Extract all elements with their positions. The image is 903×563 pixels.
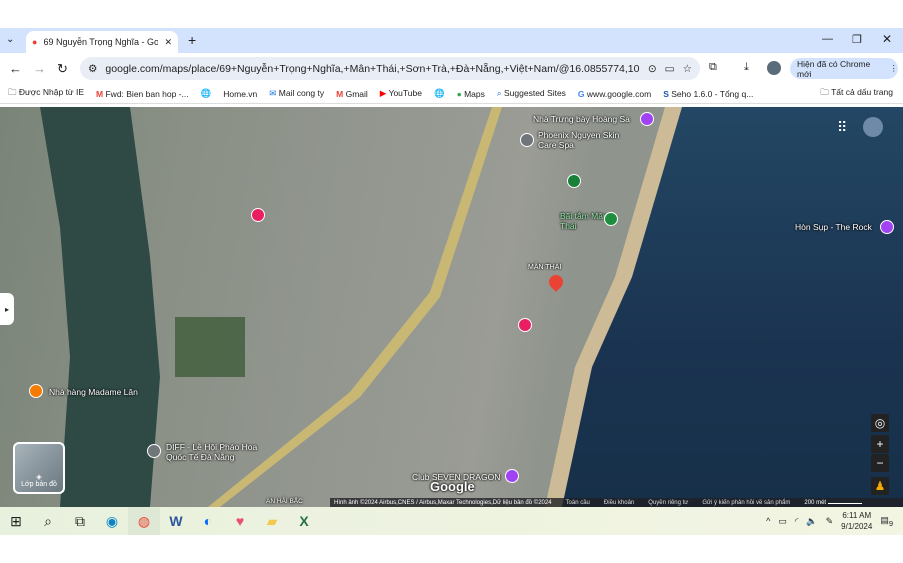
zoom-out-button[interactable]: − <box>871 454 889 472</box>
address-bar[interactable]: ⚙ google.com/maps/place/69+Nguyễn+Trọng+… <box>80 57 700 80</box>
bookmark-gmail[interactable]: M Gmail <box>336 89 368 99</box>
expand-panel-button[interactable]: ▸ <box>0 293 14 325</box>
tab-active[interactable]: ● 69 Nguyễn Trọng Nghĩa - Goog ✕ <box>26 31 178 53</box>
zalo-icon[interactable]: ◐ <box>192 507 224 535</box>
pen-icon[interactable]: ✎ <box>826 516 834 527</box>
map-footer: Hình ảnh ©2024 Airbus,CNES / Airbus,Maxa… <box>330 498 903 507</box>
close-tab-icon[interactable]: ✕ <box>164 37 172 48</box>
bookmark-globe-icon[interactable]: 🌐 <box>201 88 212 99</box>
park <box>175 317 245 377</box>
close-window-button[interactable]: ✕ <box>882 32 892 46</box>
bookmark-seho[interactable]: S Seho 1.6.0 - Tổng q... <box>663 89 753 99</box>
battery-icon[interactable]: ▭ <box>778 516 787 527</box>
location-icon[interactable]: ⊙ <box>648 63 657 75</box>
volume-icon[interactable]: 🔈 <box>806 516 817 527</box>
location-pin-icon[interactable] <box>546 272 566 292</box>
bookmark-suggested[interactable]: ⌕ Suggested Sites <box>497 88 566 99</box>
task-view-icon[interactable]: ⧉ <box>64 507 96 535</box>
start-button[interactable]: ⊞ <box>0 507 32 535</box>
label-diff[interactable]: DIFF - Lễ Hội Pháo Hoa Quốc Tế Đà Nẵng <box>166 442 266 462</box>
notifications-icon[interactable]: ▤9 <box>880 515 893 528</box>
layers-button[interactable]: ◈ Lớp bản đồ <box>13 442 65 494</box>
apps-grid-icon[interactable]: ⠿ <box>837 119 847 136</box>
extensions-icon[interactable]: ⧉ <box>709 61 717 74</box>
bookmark-youtube[interactable]: ▶ YouTube <box>380 88 422 99</box>
footer-global[interactable]: Toàn cầu <box>566 500 590 506</box>
my-location-button[interactable]: ◎ <box>871 414 889 432</box>
chrome-icon[interactable]: ◍ <box>128 507 160 535</box>
label-man-thai: MÂN THÁI <box>528 264 562 271</box>
account-avatar[interactable] <box>863 117 883 137</box>
google-logo: Google <box>430 479 475 494</box>
wifi-icon[interactable]: ◜ <box>795 516 799 527</box>
label-hon-sup[interactable]: Hòn Sụp - The Rock <box>795 222 872 232</box>
star-icon[interactable]: ☆ <box>683 63 692 75</box>
bookmark-maps[interactable]: ● Maps <box>457 89 485 99</box>
new-tab-button[interactable]: + <box>188 32 196 48</box>
label-nha-trung-bay[interactable]: Nhà Trưng bày Hoàng Sa <box>533 114 630 124</box>
all-bookmarks[interactable]: 🗀 Tất cả dấu trang <box>820 87 893 101</box>
scale-bar[interactable]: 200 mét <box>804 500 862 506</box>
word-icon[interactable]: W <box>160 507 192 535</box>
excel-icon[interactable]: X <box>288 507 320 535</box>
search-icon[interactable]: ⌕ <box>32 507 64 535</box>
attraction-icon[interactable] <box>880 220 894 234</box>
menu-dots-icon[interactable]: ⋮ <box>890 63 899 74</box>
footer-terms[interactable]: Điều khoản <box>604 500 634 506</box>
minimize-button[interactable]: — <box>822 33 833 45</box>
pegman-icon[interactable]: ♟ <box>871 477 889 495</box>
site-info-icon[interactable]: ⚙ <box>88 63 97 75</box>
label-bai-tam[interactable]: Bãi tắm Mân Thái <box>560 211 610 231</box>
label-madame-lan[interactable]: Nhà hàng Madame Lân <box>49 387 138 397</box>
bookmarks-bar: 🗀 Được Nhập từ IE M Fwd: Bien ban hop -.… <box>0 84 903 104</box>
label-an-hai: AN HẢI BẮC <box>266 498 303 505</box>
clock[interactable]: 6:11 AM 9/1/2024 <box>841 510 872 532</box>
avatar[interactable] <box>767 61 781 75</box>
chrome-update-button[interactable]: Hiện đã có Chrome mới ⋮ <box>790 58 898 79</box>
vpn-icon[interactable]: ♥ <box>224 507 256 535</box>
bookmark-homevn[interactable]: Home.vn <box>223 89 257 99</box>
back-button[interactable]: ← <box>9 61 22 76</box>
reload-button[interactable]: ↻ <box>57 61 68 77</box>
poi-pin2-icon[interactable] <box>147 444 161 458</box>
footer-feedback[interactable]: Gửi ý kiến phản hồi về sản phẩm <box>702 500 790 506</box>
poi-pink-icon[interactable] <box>251 208 265 222</box>
club-icon[interactable] <box>505 469 519 483</box>
footer-privacy[interactable]: Quyền riêng tư <box>648 500 688 506</box>
zoom-in-button[interactable]: + <box>871 435 889 453</box>
bookmark-google[interactable]: G www.google.com <box>578 89 651 99</box>
taskbar: ⊞ ⌕ ⧉ ◉ ◍ W ◐ ♥ ▰ X ^ ▭ ◜ 🔈 ✎ 6:11 AM 9/1… <box>0 507 903 535</box>
museum-icon[interactable] <box>640 112 654 126</box>
tab-search-chevron-icon[interactable]: ⌄ <box>6 34 14 45</box>
bookmark-mail[interactable]: ✉ Mail cong ty <box>269 88 324 99</box>
beach-icon[interactable] <box>604 212 618 226</box>
map-canvas[interactable]: Nhà Trưng bày Hoàng Sa Phoenix Nguyen Sk… <box>0 107 903 507</box>
install-app-icon[interactable]: ▭ <box>665 63 675 75</box>
label-phoenix[interactable]: Phoenix Nguyen Skin Care Spa <box>538 130 628 150</box>
bookmark-globe2-icon[interactable]: 🌐 <box>434 88 445 99</box>
chevron-up-icon[interactable]: ^ <box>766 516 770 526</box>
heart-icon[interactable] <box>518 318 532 332</box>
forward-button[interactable]: → <box>33 61 46 76</box>
edge-icon[interactable]: ◉ <box>96 507 128 535</box>
layers-icon: ◈ <box>36 474 42 481</box>
restaurant-icon[interactable] <box>29 384 43 398</box>
restore-button[interactable]: ❐ <box>852 33 862 46</box>
flag-icon[interactable] <box>567 174 581 188</box>
file-explorer-icon[interactable]: ▰ <box>256 507 288 535</box>
download-icon[interactable]: ⤓ <box>744 61 749 74</box>
bookmark-folder-ie[interactable]: 🗀 Được Nhập từ IE <box>8 87 84 101</box>
maps-pin-icon: ● <box>32 37 38 47</box>
poi-pin-icon[interactable] <box>520 133 534 147</box>
bookmark-fwd[interactable]: M Fwd: Bien ban hop -... <box>96 89 189 99</box>
